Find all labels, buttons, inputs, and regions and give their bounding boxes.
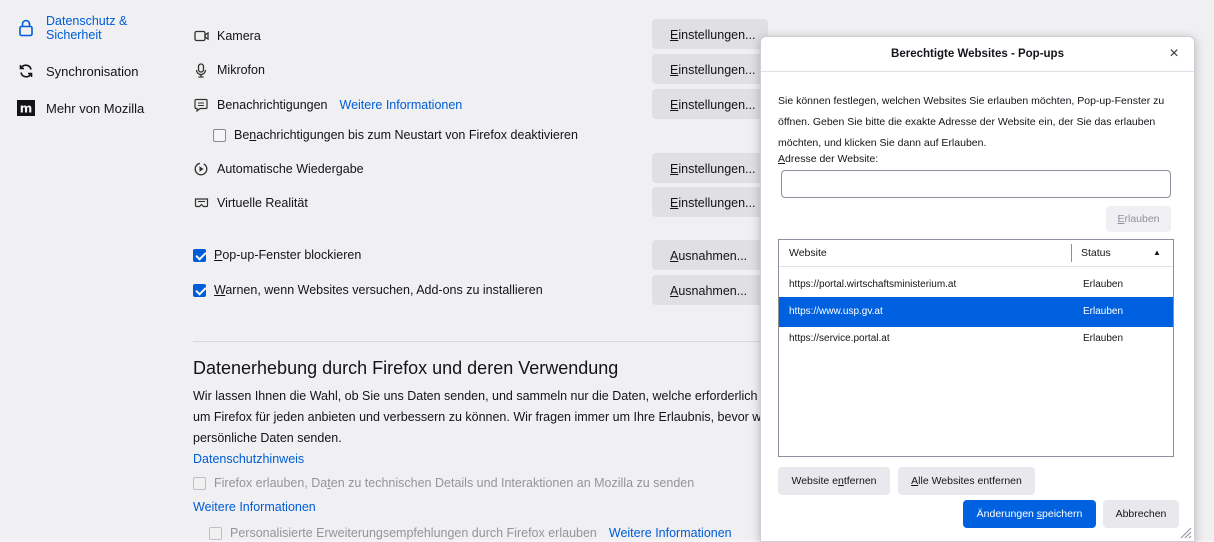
data-collection-heading: Datenerhebung durch Firefox und deren Ve… — [193, 358, 619, 378]
table-row[interactable]: https://service.portal.at Erlauben — [779, 324, 1173, 354]
sidebar-item-mozilla[interactable]: m Mehr von Mozilla — [16, 98, 144, 118]
autoplay-label: Automatische Wiedergabe — [217, 162, 364, 176]
table-row-selected[interactable]: https://www.usp.gv.at Erlauben — [779, 297, 1173, 327]
recommendations-label: Personalisierte Erweiterungsempfehlungen… — [230, 526, 597, 540]
dialog-title: Berechtigte Websites - Pop-ups — [891, 48, 1064, 60]
pause-notifications-label: Benachrichtigungen bis zum Neustart von … — [234, 128, 578, 142]
pause-notifications-row[interactable]: Benachrichtigungen bis zum Neustart von … — [213, 128, 578, 142]
site-cell: https://portal.wirtschaftsministerium.at — [789, 279, 957, 290]
popup-exceptions-dialog: Berechtigte Websites - Pop-ups × Sie kön… — [760, 36, 1195, 542]
block-popups-row[interactable]: Pop-up-Fenster blockieren — [193, 248, 361, 262]
permission-camera: Kamera — [193, 28, 261, 44]
site-cell: https://service.portal.at — [789, 333, 890, 344]
notifications-label: Benachrichtigungen — [217, 98, 328, 112]
column-divider[interactable] — [1071, 244, 1072, 262]
dialog-description: Sie können festlegen, welchen Websites S… — [778, 95, 1165, 149]
notifications-settings-button[interactable]: Einstellungen... — [652, 89, 768, 119]
permission-microphone: Mikrofon — [193, 62, 265, 78]
notification-icon — [193, 97, 209, 113]
status-cell: Erlauben — [1083, 333, 1124, 344]
block-popups-label: Pop-up-Fenster blockieren — [214, 248, 362, 262]
microphone-icon — [193, 62, 209, 78]
permission-vr: Virtuelle Realität — [193, 195, 308, 211]
table-header: Website Status ▲ — [779, 240, 1173, 267]
recommendations-checkbox[interactable] — [209, 526, 222, 540]
notifications-learn-more-link[interactable]: Weitere Informationen — [340, 98, 463, 112]
warn-addons-label: Warnen, wenn Websites versuchen, Add-ons… — [214, 283, 543, 297]
permission-autoplay: Automatische Wiedergabe — [193, 161, 364, 177]
vr-headset-icon — [193, 195, 209, 211]
sync-icon — [16, 61, 36, 81]
pause-notifications-checkbox[interactable] — [213, 128, 226, 142]
sidebar-item-privacy[interactable]: Datenschutz & Sicherheit — [16, 14, 146, 42]
column-header-website[interactable]: Website — [789, 240, 827, 266]
permission-notifications: Benachrichtigungen Weitere Informationen — [193, 97, 462, 113]
telemetry-checkbox[interactable] — [193, 476, 206, 490]
section-divider — [193, 341, 763, 342]
camera-settings-button[interactable]: Einstellungen... — [652, 19, 768, 49]
sidebar: Datenschutz & Sicherheit Synchronisation… — [0, 0, 170, 540]
status-cell: Erlauben — [1083, 306, 1124, 317]
dialog-divider — [761, 71, 1194, 72]
column-header-status[interactable]: Status — [1081, 240, 1111, 266]
recommendations-row[interactable]: Personalisierte Erweiterungsempfehlungen… — [209, 526, 732, 540]
resize-grip-icon[interactable] — [1178, 525, 1192, 539]
site-cell: https://www.usp.gv.at — [789, 306, 883, 317]
telemetry-label: Firefox erlauben, Daten zu technischen D… — [214, 476, 695, 490]
website-address-input[interactable] — [781, 170, 1171, 198]
svg-text:m: m — [20, 102, 33, 116]
sidebar-item-label: Mehr von Mozilla — [46, 100, 145, 116]
remove-all-websites-button[interactable]: Alle Websites entfernen — [898, 467, 1035, 495]
websites-table[interactable]: Website Status ▲ https://portal.wirtscha… — [778, 239, 1174, 457]
recommendations-more-info-link[interactable]: Weitere Informationen — [609, 526, 732, 540]
remove-website-button[interactable]: Website entfernen — [778, 467, 890, 495]
telemetry-row[interactable]: Firefox erlauben, Daten zu technischen D… — [193, 476, 694, 490]
lock-icon — [16, 18, 36, 38]
sort-ascending-icon: ▲ — [1153, 248, 1161, 257]
autoplay-settings-button[interactable]: Einstellungen... — [652, 153, 768, 183]
mozilla-icon: m — [16, 98, 36, 118]
privacy-notice-link[interactable]: Datenschutzhinweis — [193, 449, 763, 470]
popup-exceptions-button[interactable]: Ausnahmen... — [652, 240, 768, 270]
warn-addons-checkbox[interactable] — [193, 283, 206, 297]
close-icon[interactable]: × — [1164, 44, 1184, 64]
cancel-button[interactable]: Abbrechen — [1103, 500, 1179, 528]
camera-label: Kamera — [217, 29, 261, 43]
status-cell: Erlauben — [1083, 279, 1124, 290]
sidebar-item-label: Datenschutz & Sicherheit — [46, 14, 128, 42]
allow-button[interactable]: Erlauben — [1106, 206, 1171, 232]
addon-exceptions-button[interactable]: Ausnahmen... — [652, 275, 768, 305]
block-popups-checkbox[interactable] — [193, 248, 206, 262]
telemetry-more-info-link[interactable]: Weitere Informationen — [193, 500, 316, 514]
data-collection-description: Wir lassen Ihnen die Wahl, ob Sie uns Da… — [193, 386, 784, 470]
vr-label: Virtuelle Realität — [217, 196, 308, 210]
microphone-settings-button[interactable]: Einstellungen... — [652, 54, 768, 84]
table-row[interactable]: https://portal.wirtschaftsministerium.at… — [779, 270, 1173, 300]
autoplay-icon — [193, 161, 209, 177]
sidebar-item-sync[interactable]: Synchronisation — [16, 61, 139, 81]
warn-addons-row[interactable]: Warnen, wenn Websites versuchen, Add-ons… — [193, 283, 543, 297]
telemetry-more-info: Weitere Informationen — [193, 500, 316, 514]
microphone-label: Mikrofon — [217, 63, 265, 77]
camera-icon — [193, 28, 209, 44]
address-label: Adresse der Website: — [778, 153, 879, 165]
sidebar-item-label: Synchronisation — [46, 63, 139, 79]
vr-settings-button[interactable]: Einstellungen... — [652, 187, 768, 217]
save-changes-button[interactable]: Änderungen speichern — [963, 500, 1096, 528]
